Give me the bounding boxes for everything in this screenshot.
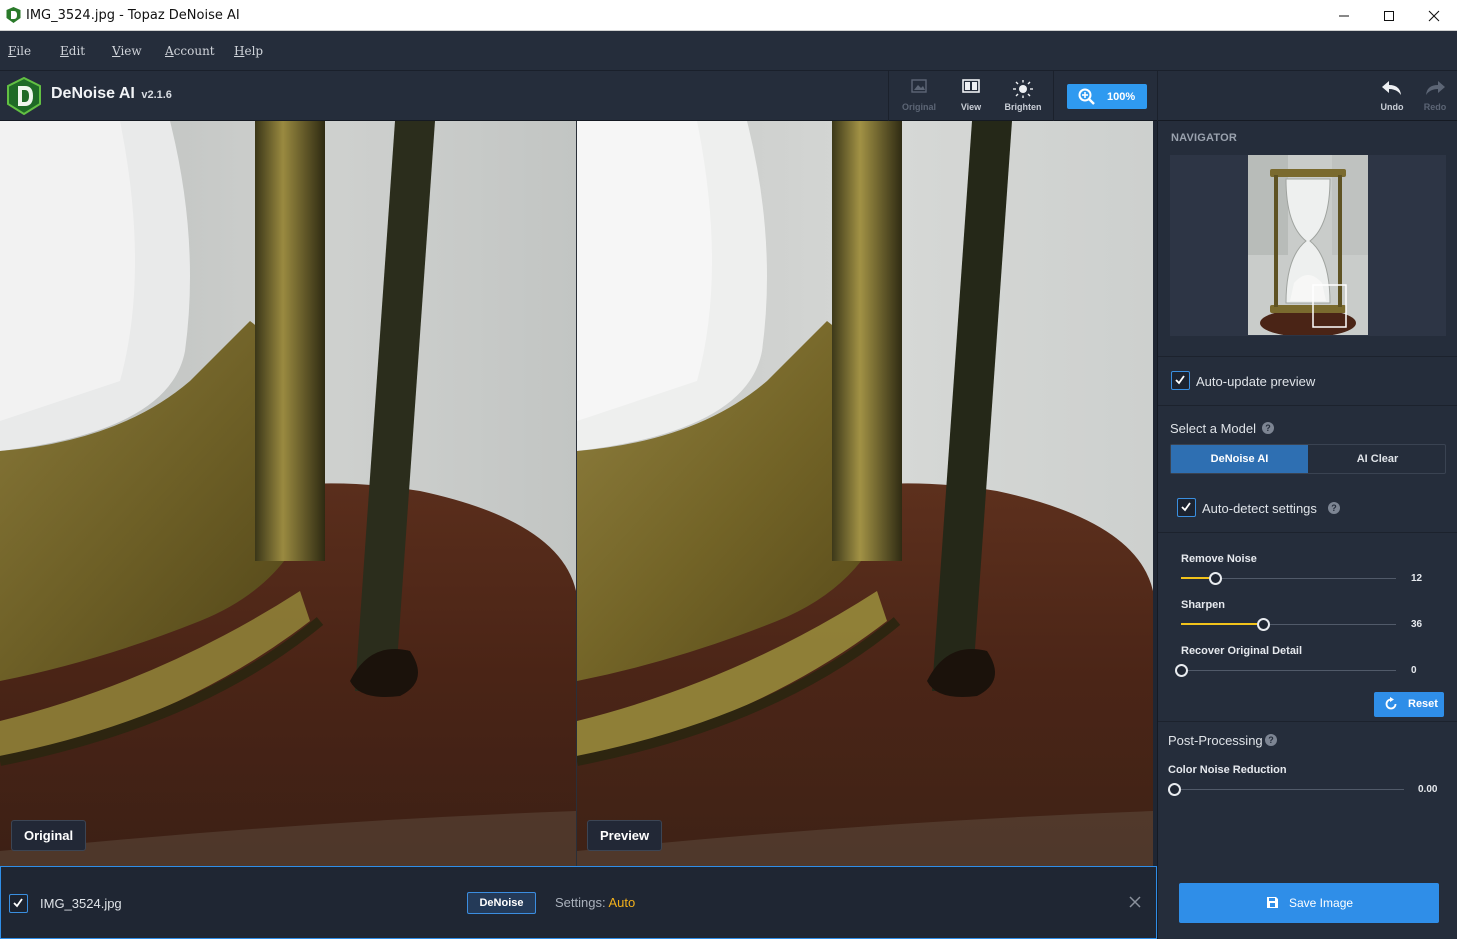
menu-file[interactable]: File	[8, 44, 31, 58]
recover-detail-value: 0	[1411, 665, 1417, 676]
window-titlebar: IMG_3524.jpg - Topaz DeNoise AI	[0, 0, 1457, 31]
original-view-button[interactable]: Original	[893, 71, 945, 121]
help-icon[interactable]: ?	[1265, 734, 1277, 746]
redo-label: Redo	[1423, 102, 1447, 112]
panel-divider	[1158, 721, 1457, 722]
select-model-label: Select a Model	[1170, 421, 1256, 436]
settings-summary: Settings: Auto	[555, 895, 635, 910]
settings-panel: NAVIGATOR Auto-update preview Select a M…	[1157, 121, 1457, 866]
file-select-checkbox[interactable]	[9, 894, 28, 913]
help-icon[interactable]: ?	[1328, 502, 1340, 514]
sharpen-fill	[1181, 623, 1263, 625]
denoise-logo-icon	[7, 77, 41, 115]
auto-detect-label: Auto-detect settings	[1202, 501, 1317, 516]
auto-detect-checkbox[interactable]	[1177, 498, 1196, 517]
zoom-button[interactable]: 100%	[1067, 84, 1147, 109]
settings-value: Auto	[608, 895, 636, 910]
app-logo-icon	[6, 7, 21, 23]
menu-view[interactable]: View	[112, 44, 142, 58]
remove-noise-label: Remove Noise	[1181, 553, 1257, 565]
original-view-label: Original	[901, 102, 936, 112]
file-bar: IMG_3524.jpg DeNoise Settings: Auto	[0, 866, 1157, 939]
color-noise-label: Color Noise Reduction	[1168, 764, 1287, 776]
auto-update-label: Auto-update preview	[1196, 374, 1316, 389]
undo-icon	[1382, 81, 1401, 95]
minimize-icon	[1339, 15, 1349, 16]
color-noise-handle[interactable]	[1168, 783, 1181, 796]
toolbar-divider	[1053, 71, 1054, 121]
preview-image-pane[interactable]: Preview	[577, 121, 1153, 866]
image-icon	[911, 79, 927, 93]
close-icon	[1428, 10, 1440, 21]
window-title: IMG_3524.jpg - Topaz DeNoise AI	[26, 8, 240, 23]
toolbar-divider	[1157, 71, 1158, 121]
panel-divider	[1158, 405, 1457, 406]
view-label: View	[960, 102, 982, 112]
sharpen-label: Sharpen	[1181, 599, 1226, 611]
file-name: IMG_3524.jpg	[40, 896, 122, 911]
preview-pane-label: Preview	[587, 820, 663, 851]
toolbar-divider	[888, 71, 889, 121]
app-toolbar: DeNoise AI v2.1.6 Original View Brighten	[0, 71, 1457, 121]
original-pane-label: Original	[11, 820, 87, 851]
save-disk-icon	[1267, 897, 1278, 908]
model-tag: DeNoise	[467, 892, 536, 914]
navigator-title: NAVIGATOR	[1171, 132, 1237, 144]
original-image	[0, 121, 576, 866]
color-noise-track[interactable]	[1174, 789, 1404, 790]
panel-divider	[1158, 532, 1457, 533]
navigator-thumbnail	[1248, 155, 1368, 335]
brighten-label: Brighten	[1004, 102, 1042, 112]
sharpen-handle[interactable]	[1257, 618, 1270, 631]
zoom-in-icon	[1078, 88, 1095, 105]
app-name-text: DeNoise AI	[51, 85, 135, 102]
help-icon[interactable]: ?	[1262, 422, 1274, 434]
menu-edit[interactable]: Edit	[60, 44, 85, 58]
reset-icon	[1385, 697, 1397, 710]
redo-button[interactable]: Redo	[1409, 71, 1457, 121]
save-image-button[interactable]: Save Image	[1179, 883, 1439, 923]
menu-help[interactable]: Help	[234, 44, 263, 58]
recover-detail-handle[interactable]	[1175, 664, 1188, 677]
sun-icon	[1013, 80, 1033, 98]
model-option-ai-clear[interactable]: AI Clear	[1309, 445, 1446, 473]
save-area: Save Image	[1157, 866, 1457, 939]
minimize-button[interactable]	[1321, 0, 1367, 31]
recover-detail-track[interactable]	[1181, 670, 1396, 671]
maximize-button[interactable]	[1366, 0, 1412, 31]
checkmark-icon	[1181, 502, 1191, 512]
model-option-denoise-ai[interactable]: DeNoise AI	[1171, 445, 1308, 473]
remove-file-icon[interactable]	[1129, 896, 1141, 908]
menu-bar: File Edit View Account Help	[0, 31, 1457, 71]
original-image-pane[interactable]: Original	[0, 121, 576, 866]
app-name: DeNoise AI v2.1.6	[51, 85, 172, 103]
navigator[interactable]	[1170, 155, 1446, 336]
reset-label: Reset	[1408, 698, 1438, 710]
preview-image	[577, 121, 1153, 866]
menu-account[interactable]: Account	[165, 44, 215, 58]
view-button[interactable]: View	[945, 71, 997, 121]
save-image-label: Save Image	[1289, 896, 1354, 910]
color-noise-value: 0.00	[1418, 784, 1438, 795]
brighten-button[interactable]: Brighten	[997, 71, 1049, 121]
reset-button[interactable]: Reset	[1374, 692, 1444, 717]
split-view-icon	[962, 79, 980, 93]
checkmark-icon	[1175, 375, 1185, 385]
remove-noise-value: 12	[1411, 573, 1423, 584]
recover-detail-label: Recover Original Detail	[1181, 645, 1303, 657]
auto-update-checkbox[interactable]	[1171, 371, 1190, 390]
zoom-level: 100%	[1107, 91, 1136, 103]
app-version: v2.1.6	[141, 89, 172, 101]
settings-label: Settings:	[555, 895, 606, 910]
sharpen-value: 36	[1411, 619, 1423, 630]
checkmark-icon	[13, 898, 23, 908]
remove-noise-handle[interactable]	[1209, 572, 1222, 585]
close-button[interactable]	[1411, 0, 1457, 31]
panel-divider	[1158, 356, 1457, 357]
maximize-icon	[1384, 10, 1394, 21]
redo-icon	[1426, 81, 1445, 95]
model-selector: DeNoise AI AI Clear	[1170, 444, 1446, 474]
post-processing-label: Post-Processing	[1168, 733, 1263, 748]
